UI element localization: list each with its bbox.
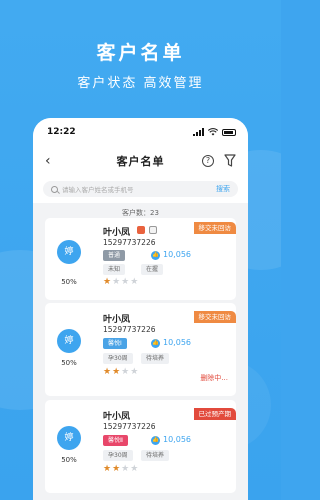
search-input[interactable]: 请输入客户姓名或手机号 搜索	[43, 181, 238, 197]
search-placeholder: 请输入客户姓名或手机号	[62, 186, 134, 194]
wifi-icon	[208, 128, 218, 136]
level-tag: 普通	[103, 250, 126, 261]
status-icons	[193, 128, 236, 136]
thumb-icon: 👍	[151, 436, 160, 445]
customer-name: 叶小凤	[103, 315, 131, 325]
customer-card[interactable]: 婷 50% 叶小凤 15297737226 馨悦Ⅰ 👍 10,056 孕30周 …	[45, 303, 236, 396]
status-bar: 12:22	[33, 118, 248, 146]
info-tag: 在握	[141, 264, 164, 275]
signal-icon	[193, 128, 204, 136]
search-icon	[51, 185, 58, 193]
status-badge: 移交未回访	[193, 222, 236, 234]
avatar: 婷	[57, 240, 81, 264]
info-tag: 待培养	[141, 450, 170, 461]
info-tag: 待培养	[141, 353, 170, 364]
info-tag: 未知	[103, 264, 126, 275]
score-value: 10,056	[163, 338, 191, 347]
customer-phone: 15297737226	[103, 325, 156, 334]
avatar: 婷	[57, 426, 81, 450]
intent-percent: 50%	[61, 359, 77, 367]
info-tag: 孕30周	[103, 353, 133, 364]
id-card-icon	[149, 226, 157, 234]
level-tag: 馨悦Ⅰ	[103, 338, 127, 349]
promo-subtitle: 客户状态 高效管理	[77, 76, 204, 91]
customer-card[interactable]: 婷 50% 叶小凤 15297737226 馨悦Ⅱ 👍 10,056 孕30周 …	[45, 400, 236, 493]
thumb-icon: 👍	[151, 339, 160, 348]
intent-percent: 50%	[61, 278, 77, 286]
avatar: 婷	[57, 329, 81, 353]
navigation-bar: ‹ 客户名单 ?	[33, 146, 248, 176]
help-icon[interactable]: ?	[202, 155, 214, 167]
status-badge: 移交未回访	[193, 311, 236, 323]
back-icon[interactable]: ‹	[45, 153, 51, 169]
star-rating: ★★★★	[103, 464, 140, 474]
page-title: 客户名单	[116, 155, 165, 168]
customer-card[interactable]: 婷 50% 叶小凤 15297737226 普通 👍 10,056 未知 在握 …	[45, 218, 236, 300]
deleting-status: 删除中...	[200, 374, 228, 382]
customer-phone: 15297737226	[103, 422, 156, 431]
customer-phone: 15297737226	[103, 238, 156, 247]
search-button[interactable]: 搜索	[216, 184, 230, 194]
status-time: 12:22	[47, 127, 76, 137]
filter-icon[interactable]	[224, 154, 236, 168]
info-tag: 孕30周	[103, 450, 133, 461]
phone-screen: 12:22 ‹ 客户名单 ? 请输入客户姓名或手机号 搜索 客户数：23 婷 5…	[33, 118, 248, 500]
promo-title: 客户名单	[96, 42, 185, 64]
thumb-icon: 👍	[151, 251, 160, 260]
status-badge: 已过预产期	[193, 408, 236, 420]
star-rating: ★★★★	[103, 367, 140, 377]
score-value: 10,056	[163, 435, 191, 444]
search-bar: 请输入客户姓名或手机号 搜索	[33, 176, 248, 203]
star-rating: ★★★★	[103, 277, 140, 287]
battery-icon	[222, 128, 236, 136]
intent-percent: 50%	[61, 456, 77, 464]
customer-name: 叶小凤	[103, 412, 131, 422]
level-tag: 馨悦Ⅱ	[103, 435, 128, 446]
score-value: 10,056	[163, 250, 191, 259]
wechat-icon	[137, 226, 145, 234]
customer-name: 叶小凤	[103, 228, 131, 238]
